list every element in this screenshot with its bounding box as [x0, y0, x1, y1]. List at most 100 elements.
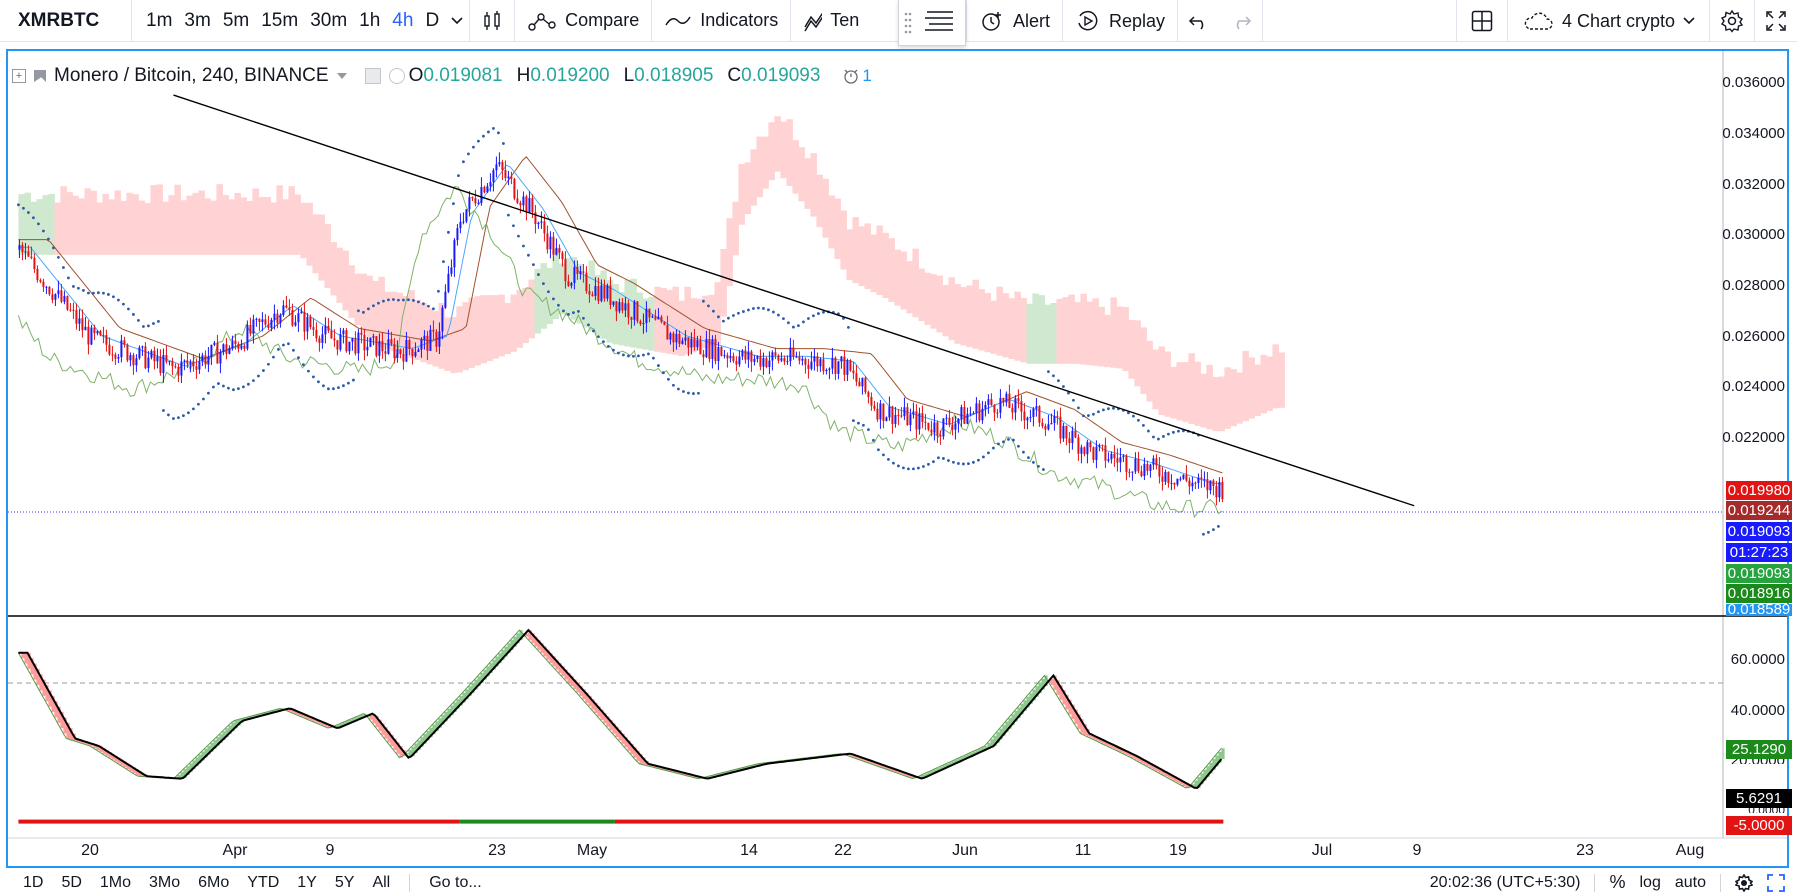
candle-body: [684, 337, 687, 341]
eye-icon[interactable]: [364, 68, 381, 84]
cloud-segment: [1260, 354, 1267, 414]
candle-body: [759, 356, 762, 367]
candle-body: [300, 311, 303, 314]
candle-body: [510, 176, 513, 179]
sar-dot: [172, 417, 175, 420]
sar-dot: [122, 302, 125, 306]
candle-body: [423, 335, 426, 340]
candle-body: [1029, 416, 1032, 418]
cloud-segment: [1158, 346, 1165, 416]
range-5d[interactable]: 5D: [52, 874, 90, 892]
auto-scale-button[interactable]: auto: [1675, 874, 1706, 892]
candle-body: [540, 221, 543, 223]
candle-body: [234, 340, 237, 345]
sar-dot: [847, 325, 850, 329]
range-3mo[interactable]: 3Mo: [140, 874, 189, 892]
caret-down-icon[interactable]: [336, 72, 347, 80]
candle-body: [417, 349, 420, 352]
candle-body: [135, 358, 138, 366]
sar-dot: [137, 318, 140, 322]
candle-body: [537, 222, 540, 225]
candle-body: [975, 403, 978, 414]
candle-body: [1074, 430, 1077, 438]
candle-body: [1134, 458, 1137, 472]
range-all[interactable]: All: [363, 874, 399, 892]
gear-icon[interactable]: [1735, 873, 1753, 892]
sar-dot: [1157, 437, 1160, 441]
range-1y[interactable]: 1Y: [288, 874, 326, 892]
chart-canvas[interactable]: [0, 0, 1797, 893]
sar-dot: [1167, 432, 1170, 436]
sar-dot: [527, 253, 530, 257]
cloud-segment: [612, 284, 619, 345]
candle-body: [279, 314, 282, 323]
candle-body: [585, 272, 588, 292]
candle-body: [246, 324, 249, 349]
range-6mo[interactable]: 6Mo: [189, 874, 238, 892]
candle-body: [513, 178, 516, 199]
range-5y[interactable]: 5Y: [326, 874, 364, 892]
candle-body: [351, 338, 354, 342]
cloud-segment: [342, 250, 349, 311]
candle-body: [24, 251, 27, 253]
candle-body: [957, 419, 960, 424]
time-label: Apr: [222, 842, 248, 859]
bottom-toolbar: 1D 5D 1Mo 3Mo 6Mo YTD 1Y 5Y All Go to...…: [0, 872, 1797, 893]
candle-body: [789, 347, 792, 362]
candle-body: [786, 361, 789, 363]
clock-readout[interactable]: 20:02:36 (UTC+5:30): [1430, 874, 1581, 892]
log-scale-button[interactable]: log: [1640, 874, 1661, 892]
cloud-segment: [648, 296, 655, 351]
series-title[interactable]: Monero / Bitcoin, 240, BINANCE: [54, 65, 329, 87]
sar-dot: [427, 304, 430, 308]
candle-body: [876, 408, 879, 420]
candle-body: [195, 366, 198, 370]
sar-dot: [577, 309, 580, 313]
candle-body: [1170, 482, 1173, 484]
alarm-clock-icon[interactable]: [842, 67, 860, 85]
fullscreen-icon[interactable]: [1767, 873, 1785, 892]
percent-scale-button[interactable]: %: [1609, 872, 1625, 893]
cloud-segment: [198, 190, 205, 255]
range-1d[interactable]: 1D: [14, 874, 52, 892]
settings-small-icon[interactable]: [388, 68, 405, 84]
time-label: 23: [1576, 842, 1594, 859]
range-1mo[interactable]: 1Mo: [91, 874, 140, 892]
candle-body: [51, 294, 54, 300]
candle-body: [333, 338, 336, 341]
sar-dot: [82, 289, 85, 292]
sar-dot: [462, 160, 465, 164]
sar-dot: [107, 293, 110, 296]
candle-body: [294, 322, 297, 326]
sar-dot: [1077, 406, 1080, 410]
sar-dot: [102, 291, 105, 295]
candle-body: [660, 316, 663, 322]
range-ytd[interactable]: YTD: [238, 874, 288, 892]
sar-dot: [882, 453, 885, 457]
candle-body: [1083, 447, 1086, 455]
toolbar-divider: [409, 873, 411, 892]
cloud-segment: [840, 210, 847, 270]
sar-dot: [1212, 528, 1215, 532]
sar-dot: [1087, 414, 1090, 417]
bookmark-icon[interactable]: [34, 70, 46, 82]
sar-dot: [1017, 444, 1020, 448]
candle-body: [114, 354, 117, 359]
cloud-segment: [204, 198, 211, 255]
candle-body: [1107, 459, 1110, 461]
candle-body: [711, 339, 714, 359]
cloud-segment: [1152, 349, 1159, 410]
sar-dot: [1072, 398, 1075, 402]
cloud-segment: [732, 201, 739, 256]
sar-dot: [87, 291, 90, 295]
sar-dot: [937, 456, 940, 460]
sar-dot: [347, 381, 350, 385]
candle-body: [42, 281, 45, 288]
candle-body: [927, 422, 930, 430]
goto-date-button[interactable]: Go to...: [420, 874, 490, 892]
expand-icon[interactable]: +: [12, 69, 26, 83]
candle-body: [579, 271, 582, 274]
candle-body: [543, 221, 546, 234]
sar-dot: [517, 234, 520, 238]
candle-body: [594, 286, 597, 296]
